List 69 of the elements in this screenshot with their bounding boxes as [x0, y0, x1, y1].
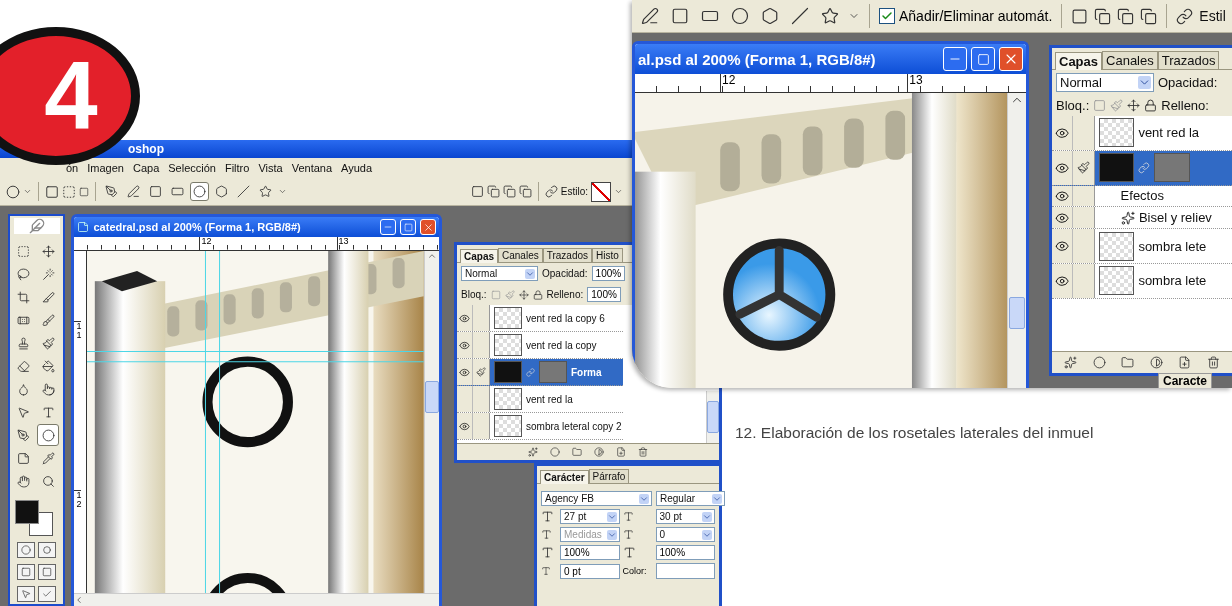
opacity-label: Opacidad:	[1158, 75, 1218, 90]
effects-label: Efectos	[1120, 188, 1164, 204]
layer-row[interactable]: sombra lete	[1052, 264, 1232, 299]
blend-mode-select[interactable]: Normal	[461, 266, 538, 281]
font-size-select[interactable]: 27 pt	[560, 509, 620, 524]
layer-row[interactable]: vent red la	[1052, 116, 1232, 151]
panel-tab[interactable]: Párrafo	[588, 469, 630, 483]
opacity-label: Opacidad:	[542, 268, 588, 279]
fill-label: Relleno:	[1161, 98, 1209, 113]
ruler-label: 13	[907, 74, 923, 92]
panel-tab[interactable]: Histo	[592, 248, 623, 262]
document-title: catedral.psd al 200% (Forma 1, RGB/8#)	[93, 221, 302, 233]
layer-name: vent red la copy	[526, 339, 597, 351]
menu-item[interactable]: Capa	[132, 162, 160, 174]
leading-select[interactable]: 30 pt	[655, 509, 715, 524]
font-select[interactable]: Agency FB	[541, 491, 652, 506]
panel-tab[interactable]: Caracte	[1157, 373, 1212, 388]
panel-tab[interactable]: Capas	[460, 249, 498, 263]
style-label: Estilo:	[560, 186, 588, 197]
layer-row[interactable]: vent red la copy 6	[457, 305, 623, 332]
horizontal-scale-field[interactable]: 100%	[655, 545, 715, 560]
panel-tab[interactable]: Carácter	[540, 470, 589, 484]
layer-row[interactable]: Efectos	[1052, 185, 1232, 208]
lock-label: Bloq.:	[1056, 98, 1090, 113]
ruler-label: 12	[199, 237, 212, 250]
lock-label: Bloq.:	[461, 289, 487, 300]
panel-tab[interactable]: Canales	[498, 248, 543, 262]
layer-row[interactable]: Forma	[457, 359, 623, 386]
layer-name: vent red la	[1138, 125, 1200, 141]
layer-row[interactable]: vent red la copy	[457, 332, 623, 359]
opacity-field[interactable]: 100%	[591, 266, 626, 281]
menu-item[interactable]: Vista	[258, 162, 283, 174]
menu-item[interactable]: Imagen	[87, 162, 124, 174]
panel-tab[interactable]: Trazados	[1157, 51, 1220, 69]
fill-label: Relleno:	[546, 289, 584, 300]
menu-item[interactable]: Ayuda	[341, 162, 373, 174]
layer-row[interactable]: Bisel y reliev	[1052, 207, 1232, 230]
menu-item[interactable]: Selección	[168, 162, 216, 174]
layer-name: sombra leteral copy 2	[526, 420, 622, 432]
menu-item[interactable]: Ventana	[291, 162, 333, 174]
panel-tab[interactable]: Trazados	[542, 248, 593, 262]
menu-item[interactable]: ón	[66, 162, 79, 174]
layer-name: sombra lete	[1138, 238, 1207, 254]
auto-add-checkbox[interactable]: Añadir/Eliminar automát.	[879, 8, 1053, 24]
font-style-select[interactable]: Regular	[656, 491, 725, 506]
vertical-scale-field[interactable]: 100%	[560, 545, 620, 560]
effect-name: Bisel y reliev	[1138, 210, 1212, 226]
layer-row[interactable]: sombra lete	[1052, 229, 1232, 264]
panel-tab[interactable]: Capas	[1055, 52, 1103, 70]
layer-name: sombra lete	[1138, 273, 1207, 289]
ruler-label: 11	[74, 321, 82, 340]
panel-tab[interactable]: Canales	[1102, 51, 1158, 69]
ruler-label: 13	[336, 237, 349, 250]
layer-name: vent red la copy 6	[526, 312, 605, 324]
fill-field[interactable]: 100%	[587, 287, 621, 302]
tracking-select[interactable]: 0	[655, 527, 715, 542]
layer-name: vent red la	[526, 393, 573, 405]
style-label: Estil	[1199, 8, 1226, 24]
blend-mode-select[interactable]: Normal	[1056, 73, 1154, 92]
layer-name: Forma	[571, 366, 602, 378]
menu-item[interactable]: Filtro	[224, 162, 250, 174]
document-title: al.psd al 200% (Forma 1, RGB/8#)	[638, 50, 877, 68]
figure-caption: 12. Elaboración de los rosetales laterales del inmuel	[735, 424, 1094, 442]
layer-row[interactable]: vent red la	[457, 386, 623, 413]
color-label: Color:	[622, 566, 648, 576]
layer-row[interactable]: sombra leteral copy 2	[457, 413, 623, 440]
baseline-field[interactable]: 0 pt	[560, 563, 620, 579]
ruler-label: 12	[74, 490, 82, 509]
ruler-label: 12	[720, 74, 736, 92]
